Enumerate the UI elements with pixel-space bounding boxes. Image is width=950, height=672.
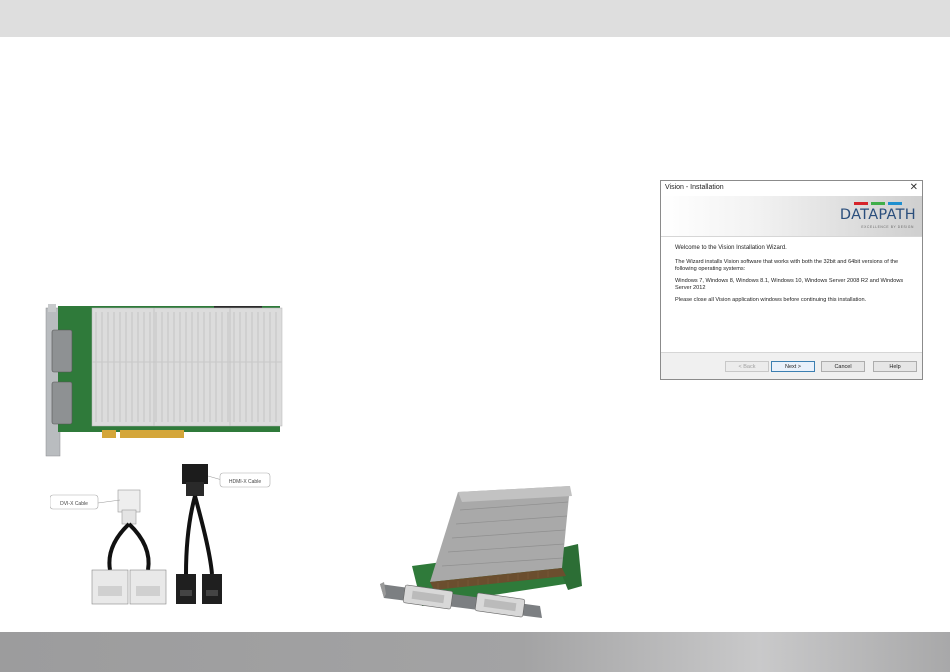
dialog-banner: DATAPATH EXCELLENCE BY DESIGN [661,196,922,237]
back-button[interactable]: < Back [725,361,769,372]
top-banner [0,0,950,37]
dvi-cable-label: DVI-X Cable [60,501,88,507]
logo-text: DATAPATH [839,207,916,223]
datapath-logo: DATAPATH EXCELLENCE BY DESIGN [830,200,916,232]
bottom-banner [0,632,950,672]
dialog-title: Vision - Installation [665,184,724,191]
welcome-heading: Welcome to the Vision Installation Wizar… [675,245,787,251]
cancel-button[interactable]: Cancel [821,361,865,372]
dialog-footer: < Back Next > Cancel Help [661,352,922,379]
close-apps-notice: Please close all Vision application wind… [675,297,867,303]
dialog-body: Welcome to the Vision Installation Wizar… [661,237,922,304]
intro-text: The Wizard installs Vision software that… [675,259,899,272]
help-button[interactable]: Help [873,361,917,372]
capture-card-image [44,300,284,460]
close-icon[interactable]: ✕ [910,182,918,194]
next-button[interactable]: Next > [771,361,815,372]
hdmi-cable-label: HDMI-X Cable [229,479,261,485]
installation-dialog: Vision - Installation ✕ DATAPATH EXCELLE… [660,180,923,380]
logo-tagline: EXCELLENCE BY DESIGN [861,225,914,229]
os-list-text: Windows 7, Windows 8, Windows 8.1, Windo… [675,278,904,291]
capture-card-angled-image [372,486,584,626]
cables-image: DVI-X Cable HDMI-X Cable [49,462,280,612]
dialog-titlebar: Vision - Installation ✕ [661,181,922,196]
